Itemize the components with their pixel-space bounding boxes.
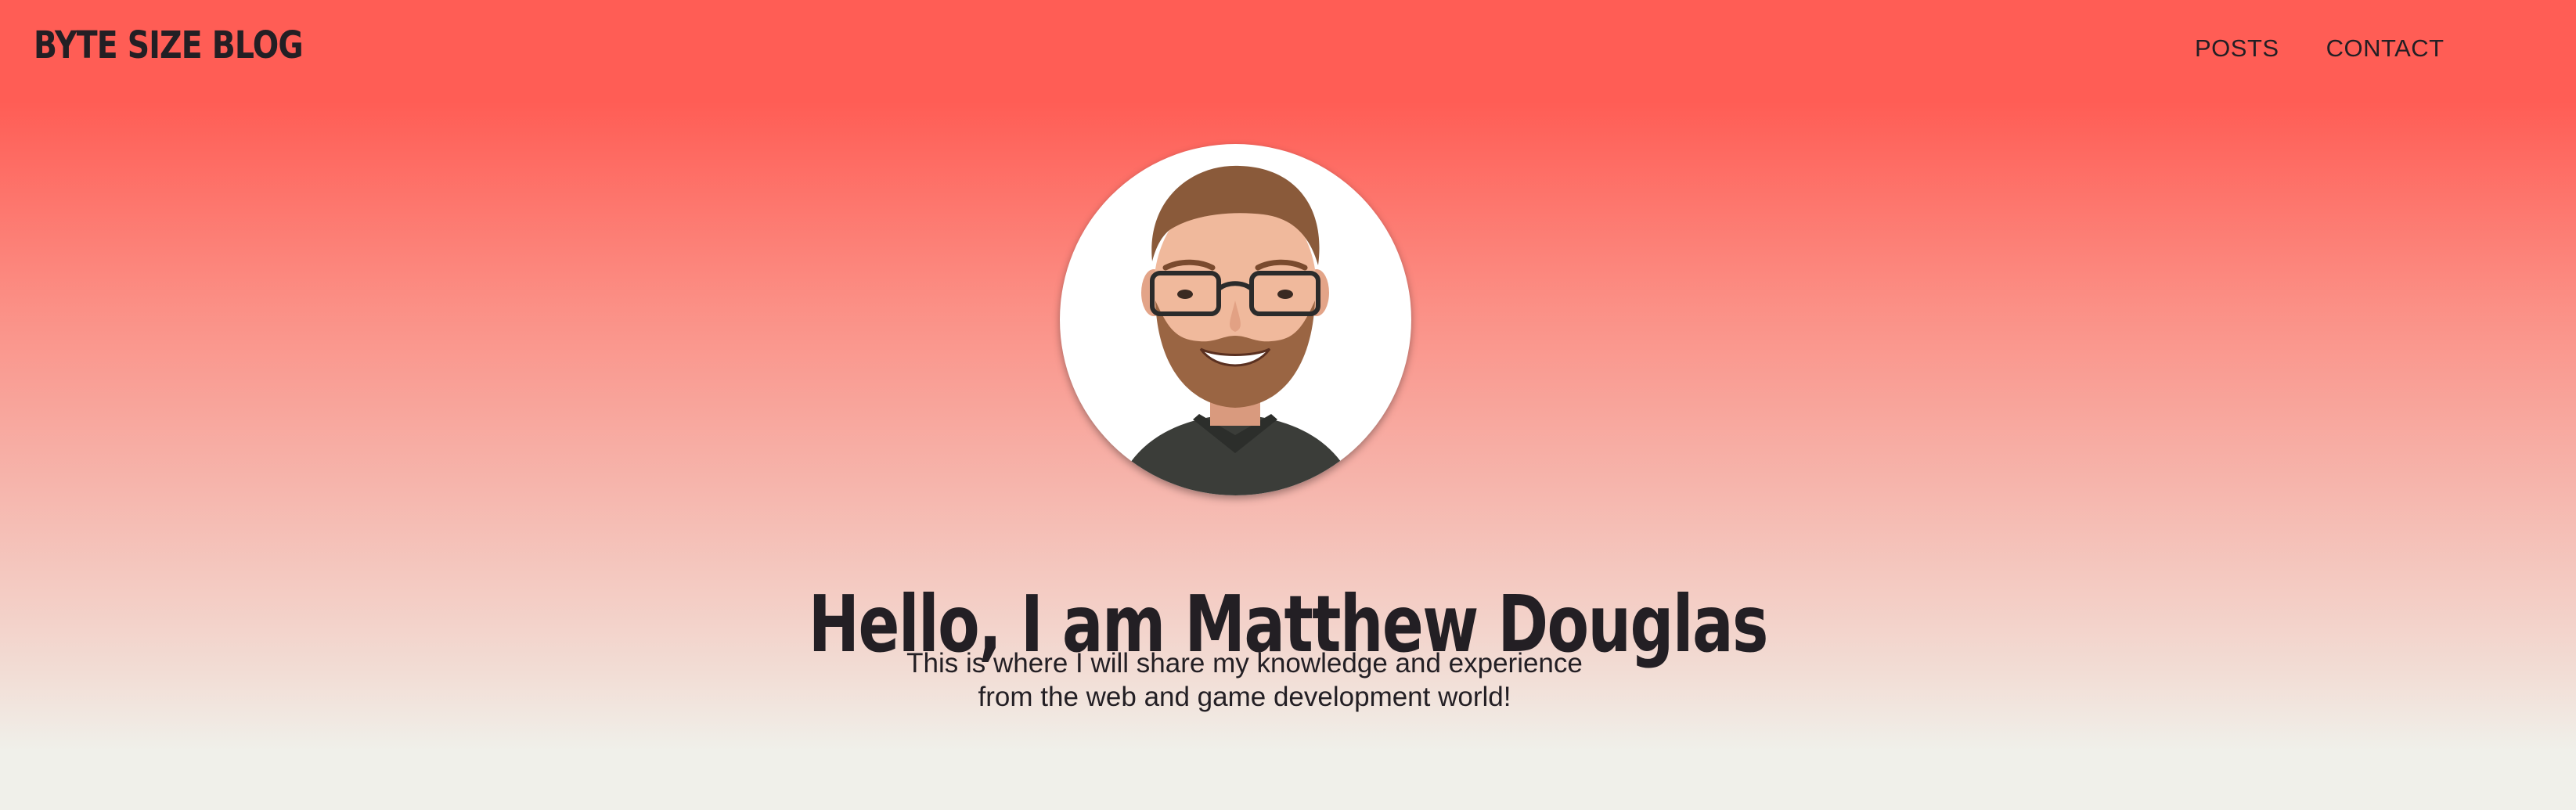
intro-text-line-1: This is where I will share my knowledge … bbox=[906, 648, 1583, 679]
nav-link-contact[interactable]: CONTACT bbox=[2326, 34, 2444, 63]
avatar bbox=[1060, 144, 1411, 495]
intro-text-line-2: from the web and game development world! bbox=[978, 682, 1511, 712]
main-nav: POSTS CONTACT bbox=[2195, 34, 2444, 63]
intro-text: This is where I will share my knowledge … bbox=[853, 646, 1636, 714]
brand-logo-link[interactable]: BYTE SIZE BLOG bbox=[34, 23, 304, 67]
nav-link-posts[interactable]: POSTS bbox=[2195, 34, 2279, 63]
avatar-portrait-icon bbox=[1115, 165, 1357, 495]
